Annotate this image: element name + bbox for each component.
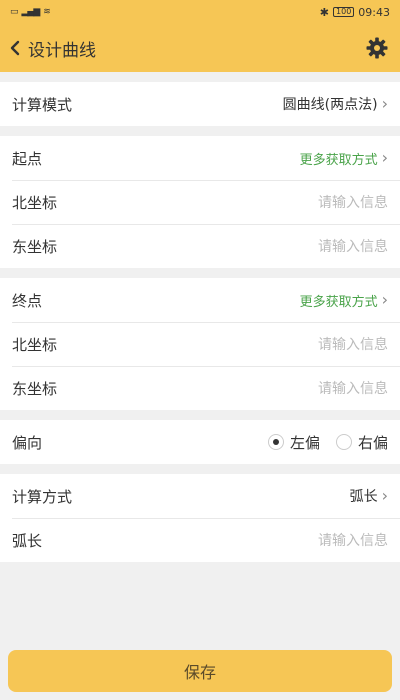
end-north-label: 北坐标 — [12, 335, 58, 354]
end-north-input[interactable]: 请输入信息 — [318, 334, 388, 354]
bluetooth-icon: ✱ — [319, 5, 330, 19]
end-more-text: 更多获取方式 — [299, 294, 378, 310]
radio-checked-icon — [267, 434, 284, 450]
start-east-label: 东坐标 — [12, 237, 58, 256]
status-bar: ▭ ▂▄▆ ≋ ✱ 100 09:43 — [0, 0, 400, 24]
direction-radio-group: 左偏 右偏 — [267, 432, 388, 453]
save-button[interactable]: 保存 — [8, 650, 392, 692]
end-east-label: 东坐标 — [12, 379, 58, 398]
end-north-row: 北坐标 请输入信息 — [0, 322, 400, 366]
start-north-row: 北坐标 请输入信息 — [0, 180, 400, 224]
method-section: 计算方式 弧长 › 弧长 请输入信息 — [0, 474, 400, 562]
end-point-row: 终点 更多获取方式 › — [0, 278, 400, 322]
wifi-icon: ≋ — [43, 7, 50, 17]
calc-mode-row[interactable]: 计算模式 圆曲线(两点法) › — [0, 82, 400, 126]
app-bar: 设计曲线 — [0, 24, 400, 72]
calc-method-label: 计算方式 — [12, 487, 73, 506]
chevron-right-icon: › — [381, 486, 388, 505]
direction-label: 偏向 — [12, 433, 43, 452]
signal-icon: ▂▄▆ — [21, 7, 41, 17]
chevron-left-icon — [6, 39, 24, 57]
mode-section: 计算模式 圆曲线(两点法) › — [0, 82, 400, 126]
gear-icon[interactable] — [364, 35, 390, 61]
sim-icon: ▭ — [10, 7, 18, 17]
battery-level: 100 — [336, 7, 352, 16]
end-east-input[interactable]: 请输入信息 — [318, 378, 388, 398]
radio-unchecked-icon — [335, 434, 352, 450]
calc-mode-label: 计算模式 — [12, 95, 73, 114]
calc-mode-value: 圆曲线(两点法) — [282, 97, 378, 113]
status-icons-left: ▭ ▂▄▆ ≋ — [10, 7, 51, 17]
radio-right[interactable]: 右偏 — [335, 432, 388, 453]
start-north-label: 北坐标 — [12, 193, 58, 212]
back-button[interactable]: 设计曲线 — [6, 36, 96, 61]
start-more-link[interactable]: 更多获取方式 › — [300, 149, 388, 168]
page-title: 设计曲线 — [28, 40, 96, 61]
direction-row: 偏向 左偏 右偏 — [0, 420, 400, 464]
start-more-text: 更多获取方式 — [299, 152, 378, 168]
radio-left[interactable]: 左偏 — [267, 432, 320, 453]
end-point-label: 终点 — [12, 291, 43, 310]
chevron-right-icon: › — [381, 148, 388, 167]
calc-method-value: 弧长 — [349, 489, 378, 505]
status-icons-right: ✱ 100 09:43 — [320, 6, 390, 19]
end-east-row: 东坐标 请输入信息 — [0, 366, 400, 410]
chevron-right-icon: › — [381, 290, 388, 309]
arc-length-input[interactable]: 请输入信息 — [318, 530, 388, 550]
chevron-right-icon: › — [381, 94, 388, 113]
status-time: 09:43 — [358, 5, 390, 19]
start-section: 起点 更多获取方式 › 北坐标 请输入信息 东坐标 请输入信息 — [0, 136, 400, 268]
battery-icon: 100 — [333, 7, 355, 17]
radio-right-label: 右偏 — [357, 433, 388, 452]
radio-left-label: 左偏 — [289, 433, 320, 452]
end-section: 终点 更多获取方式 › 北坐标 请输入信息 东坐标 请输入信息 — [0, 278, 400, 410]
calc-method-row[interactable]: 计算方式 弧长 › — [0, 474, 400, 518]
start-east-input[interactable]: 请输入信息 — [318, 236, 388, 256]
bottom-bar: 保存 — [0, 644, 400, 700]
arc-length-label: 弧长 — [12, 531, 43, 550]
direction-section: 偏向 左偏 右偏 — [0, 420, 400, 464]
end-more-link[interactable]: 更多获取方式 › — [300, 291, 388, 310]
start-east-row: 东坐标 请输入信息 — [0, 224, 400, 268]
arc-length-row: 弧长 请输入信息 — [0, 518, 400, 562]
start-north-input[interactable]: 请输入信息 — [318, 192, 388, 212]
start-point-row: 起点 更多获取方式 › — [0, 136, 400, 180]
start-point-label: 起点 — [12, 149, 43, 168]
